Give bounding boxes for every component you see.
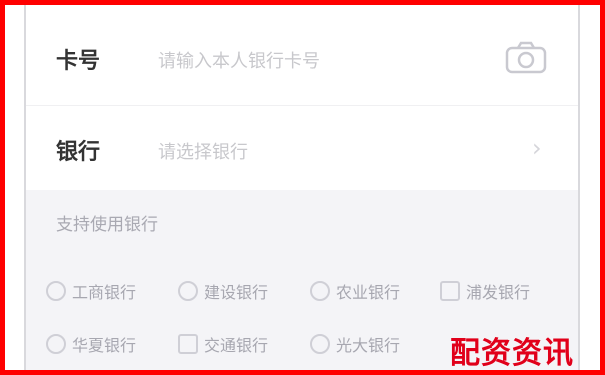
bank-name: 交通银行 [204, 336, 269, 355]
bank-item: 工商银行 [46, 276, 136, 306]
bank-name: 浦发银行 [466, 283, 531, 302]
watermark-text: 配资资讯 [450, 336, 574, 371]
supported-banks-title: 支持使用银行 [56, 215, 158, 235]
bank-name: 工商银行 [72, 283, 137, 302]
camera-icon[interactable] [504, 41, 548, 75]
bank-name: 农业银行 [336, 283, 401, 302]
bank-logo-icon [310, 334, 330, 354]
phone-edge [578, 5, 580, 370]
bank-item: 浦发银行 [440, 276, 530, 306]
bank-name: 光大银行 [336, 336, 401, 355]
bank-select[interactable]: 请选择银行 [158, 138, 248, 164]
bank-logo-icon [440, 281, 460, 301]
bank-item: 华夏银行 [46, 329, 136, 359]
card-number-row[interactable]: 卡号 请输入本人银行卡号 [26, 15, 578, 105]
bank-name: 华夏银行 [72, 336, 137, 355]
bank-logo-icon [46, 281, 66, 301]
bank-label: 银行 [56, 140, 101, 165]
bank-logo-icon [46, 334, 66, 354]
chevron-right-icon: › [532, 134, 542, 162]
bank-select-row[interactable]: 银行 请选择银行 › [26, 105, 578, 196]
card-number-label: 卡号 [56, 49, 101, 74]
bank-item: 农业银行 [310, 276, 400, 306]
bank-card-form: 卡号 请输入本人银行卡号 银行 请选择银行 › [26, 5, 578, 190]
bank-logo-icon [310, 281, 330, 301]
bank-name: 建设银行 [204, 283, 269, 302]
bank-item: 交通银行 [178, 329, 268, 359]
card-number-input[interactable]: 请输入本人银行卡号 [158, 47, 320, 73]
bank-item: 光大银行 [310, 329, 400, 359]
bank-logo-icon [178, 334, 198, 354]
bank-logo-icon [178, 281, 198, 301]
bank-item: 建设银行 [178, 276, 268, 306]
